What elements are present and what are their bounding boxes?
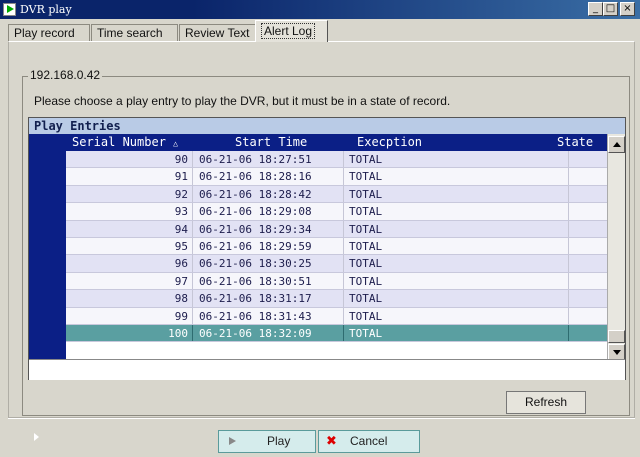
cell-exception: TOTAL	[349, 239, 383, 253]
table-row[interactable]: 97 06-21-06 18:30:51 TOTAL	[66, 272, 607, 291]
cell-exception: TOTAL	[349, 153, 383, 166]
cell-serial: 91	[174, 170, 188, 184]
cell-exception: TOTAL	[349, 222, 383, 236]
cell-start-time: 06-21-06 18:29:08	[199, 205, 312, 219]
scroll-thumb[interactable]	[608, 330, 625, 343]
col-header-serial[interactable]: Serial Number △	[72, 135, 178, 149]
table-footer-area	[29, 359, 625, 380]
vertical-scrollbar[interactable]	[607, 134, 625, 361]
cell-exception: TOTAL	[349, 309, 383, 323]
table-row[interactable]: 94 06-21-06 18:29:34 TOTAL	[66, 220, 607, 238]
arrow-up-icon	[613, 142, 621, 147]
tab-review-text[interactable]: Review Text	[179, 24, 262, 41]
table-row[interactable]: 96 06-21-06 18:30:25 TOTAL	[66, 255, 607, 273]
table-row[interactable]: 90 06-21-06 18:27:51 TOTAL	[66, 151, 607, 169]
app-play-icon	[3, 3, 16, 16]
cell-exception: TOTAL	[349, 187, 383, 201]
table-row[interactable]: 93 06-21-06 18:29:08 TOTAL	[66, 203, 607, 221]
row-pointer-icon	[34, 433, 39, 441]
table-row-selected[interactable]: 100 06-21-06 18:32:09 TOTAL	[66, 324, 607, 343]
cell-serial: 93	[174, 205, 188, 219]
cell-exception: TOTAL	[349, 326, 383, 340]
tab-label: Play record	[14, 26, 75, 40]
arrow-down-icon	[613, 350, 621, 355]
cell-start-time: 06-21-06 18:28:16	[199, 170, 312, 184]
table-row[interactable]: 91 06-21-06 18:28:16 TOTAL	[66, 168, 607, 186]
cell-exception: TOTAL	[349, 257, 383, 271]
cell-serial: 97	[174, 274, 188, 288]
divider	[8, 418, 635, 419]
cell-start-time: 06-21-06 18:27:51	[199, 153, 312, 166]
col-header-start-time[interactable]: Start Time	[235, 135, 307, 149]
cell-serial: 98	[174, 292, 188, 306]
tab-alert-log[interactable]: Alert Log	[255, 20, 328, 42]
dvr-play-window: DVR play _ □ × Play record Time search R…	[0, 0, 640, 457]
cancel-label: Cancel	[350, 434, 388, 448]
cell-exception: TOTAL	[349, 170, 383, 184]
maximize-button[interactable]: □	[603, 2, 618, 16]
window-title: DVR play	[20, 3, 72, 16]
col-header-exception[interactable]: Execption	[357, 135, 422, 149]
refresh-button[interactable]: Refresh	[506, 391, 586, 414]
cell-exception: TOTAL	[349, 274, 383, 288]
scroll-up-button[interactable]	[608, 136, 625, 153]
cell-start-time: 06-21-06 18:28:42	[199, 187, 312, 201]
title-bar[interactable]: DVR play _ □ ×	[0, 0, 640, 19]
cell-start-time: 06-21-06 18:31:17	[199, 292, 312, 306]
tab-label: Alert Log	[261, 23, 316, 39]
play-triangle-icon	[229, 437, 236, 445]
tab-label: Review Text	[185, 26, 250, 40]
play-label: Play	[267, 434, 291, 448]
cell-serial: 100	[168, 326, 188, 340]
col-header-state[interactable]: State	[557, 135, 593, 149]
cell-start-time: 06-21-06 18:32:09	[199, 326, 312, 340]
play-button[interactable]: Play	[218, 430, 316, 453]
table-row[interactable]: 95 06-21-06 18:29:59 TOTAL	[66, 237, 607, 256]
instruction-text: Please choose a play entry to play the D…	[34, 94, 451, 108]
cell-start-time: 06-21-06 18:30:51	[199, 274, 312, 288]
sort-ascending-icon: △	[173, 139, 178, 148]
table-body: 90 06-21-06 18:27:51 TOTAL 91 06-21-06 18:2…	[66, 151, 607, 343]
tab-play-record[interactable]: Play record	[8, 24, 90, 41]
cell-start-time: 06-21-06 18:29:59	[199, 239, 312, 253]
table-row[interactable]: 99 06-21-06 18:31:43 TOTAL	[66, 307, 607, 325]
tab-label: Time search	[97, 26, 163, 40]
cell-exception: TOTAL	[349, 205, 383, 219]
table-header: Serial Number △ Start Time Execption Sta…	[29, 134, 607, 151]
cell-serial: 96	[174, 257, 188, 271]
cell-start-time: 06-21-06 18:30:25	[199, 257, 312, 271]
group-legend-host: 192.168.0.42	[28, 68, 103, 82]
cell-exception: TOTAL	[349, 292, 383, 306]
play-entries-table: Play Entries Serial Number △ Start Time …	[28, 117, 626, 441]
cell-serial: 90	[174, 153, 188, 166]
cell-serial: 99	[174, 309, 188, 323]
minimize-button[interactable]: _	[588, 2, 603, 16]
cell-serial: 94	[174, 222, 188, 236]
cell-start-time: 06-21-06 18:31:43	[199, 309, 312, 323]
cell-serial: 95	[174, 239, 188, 253]
table-row[interactable]: 98 06-21-06 18:31:17 TOTAL	[66, 290, 607, 308]
table-title: Play Entries	[29, 118, 625, 134]
row-header-column	[29, 151, 66, 359]
cancel-button[interactable]: ✖ Cancel	[318, 430, 420, 453]
tab-time-search[interactable]: Time search	[91, 24, 178, 41]
cell-serial: 92	[174, 187, 188, 201]
red-x-icon: ✖	[326, 434, 337, 449]
cell-start-time: 06-21-06 18:29:34	[199, 222, 312, 236]
table-row[interactable]: 92 06-21-06 18:28:42 TOTAL	[66, 185, 607, 204]
col-serial-label: Serial Number	[72, 135, 166, 149]
close-button[interactable]: ×	[620, 2, 635, 16]
